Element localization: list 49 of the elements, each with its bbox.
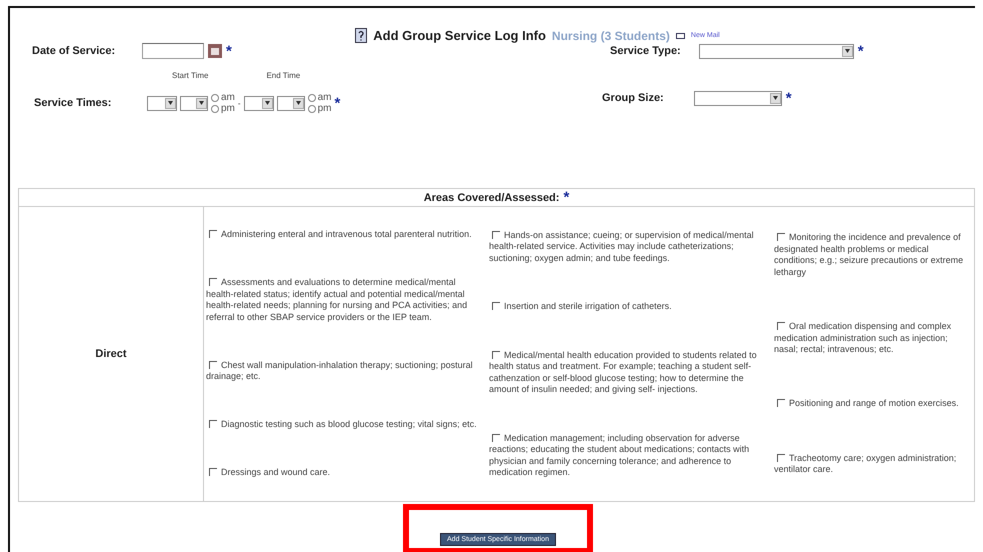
dropdown-arrow-icon xyxy=(844,49,850,53)
dropdown-arrow-icon xyxy=(296,101,301,105)
calendar-icon[interactable] xyxy=(208,44,222,58)
radio-option[interactable]: pm xyxy=(308,103,332,114)
help-icon[interactable] xyxy=(355,28,368,43)
field-label: Group Size: xyxy=(602,92,664,104)
checkbox-option[interactable]: Monitoring the incidence and prevalence of designated health problems or medical conditions; e.g.; seizure precautions or extreme lethargy xyxy=(774,232,972,278)
checkbox-option[interactable]: Chest wall manipulation-inhalation therapy; suctioning; postural drainage; etc. xyxy=(206,360,485,383)
minute-dropdown[interactable] xyxy=(180,96,208,110)
field-label: Date of Service: xyxy=(32,45,116,57)
radio-option[interactable]: pm xyxy=(211,103,235,114)
radio-option[interactable]: am xyxy=(211,92,235,103)
checkbox-option[interactable]: Diagnostic testing such as blood glucose testing; vital signs; etc. xyxy=(206,419,485,431)
checkbox-option[interactable]: Dressings and wound care. xyxy=(206,467,485,479)
page-title: Add Group Service Log Info xyxy=(373,28,546,43)
minute-dropdown[interactable] xyxy=(276,96,305,110)
checkbox-option[interactable]: Medical/mental health education provided to students related to health status and treatment. For example; teaching a student self-cathenzation or self-blood glucose testing; how to determine the amount of insulin needed; and giving self- injections. xyxy=(489,350,770,396)
hour-dropdown[interactable] xyxy=(147,96,177,110)
mail-icon xyxy=(676,32,685,38)
checkbox-option[interactable]: Medication management; including observation for adverse reactions; educating the student about medications; contacts with physician and family concerning tolerance; and adherence to medication regimen. xyxy=(489,432,770,478)
date-field[interactable] xyxy=(142,43,204,59)
dropdown-arrow-icon xyxy=(264,101,270,105)
checkbox-option[interactable]: Positioning and range of motion exercises. xyxy=(774,398,972,410)
checkbox-option[interactable]: Hands-on assistance; cueing; or supervision of medical/mental health-related service. Activities may include catheterizations; suctioning; oxygen admin; and tube feedings. xyxy=(489,230,770,264)
table-heading: Areas Covered/Assessed: xyxy=(424,192,560,204)
field-label: Service Times: xyxy=(34,97,112,109)
column-label: Start Time xyxy=(172,71,208,80)
dropdown-arrow-icon xyxy=(772,96,778,100)
required-field-mark: * xyxy=(786,90,792,106)
time-separator: - xyxy=(238,98,241,108)
checkbox-option[interactable]: Insertion and sterile irrigation of catheters. xyxy=(489,301,770,312)
required-field-mark: * xyxy=(563,190,570,205)
group-size-dropdown[interactable] xyxy=(694,90,782,106)
service-type-dropdown[interactable] xyxy=(698,44,854,58)
required-field-mark: * xyxy=(858,44,864,58)
dropdown-arrow-icon xyxy=(168,101,173,105)
checkbox-option[interactable]: Oral medication dispensing and complex medication administration such as injection; nasal; rectal; intravenous; etc. xyxy=(774,321,972,356)
radio-option[interactable]: am xyxy=(308,92,332,103)
required-field-mark: * xyxy=(334,96,340,110)
page-subtitle: Nursing (3 Students) xyxy=(552,28,670,42)
hour-dropdown[interactable] xyxy=(244,96,274,110)
checkbox-option[interactable]: Administering enteral and intravenous total parenteral nutrition. xyxy=(206,229,485,241)
dropdown-arrow-icon xyxy=(199,101,204,105)
required-field-mark: * xyxy=(226,44,232,58)
column-label: End Time xyxy=(266,71,300,80)
row-label: Direct xyxy=(95,348,127,360)
checkbox-option[interactable]: Tracheotomy care; oxygen administration; ventilator care. xyxy=(774,452,972,476)
field-label: Service Type: xyxy=(610,45,681,57)
checkbox-option[interactable]: Assessments and evaluations to determine medical/mental health-related status; identify actual and potential medical/mental health-related needs; planning for nursing and PCA activities; and referral to other SBAP service providers or the IEP team. xyxy=(206,277,485,324)
